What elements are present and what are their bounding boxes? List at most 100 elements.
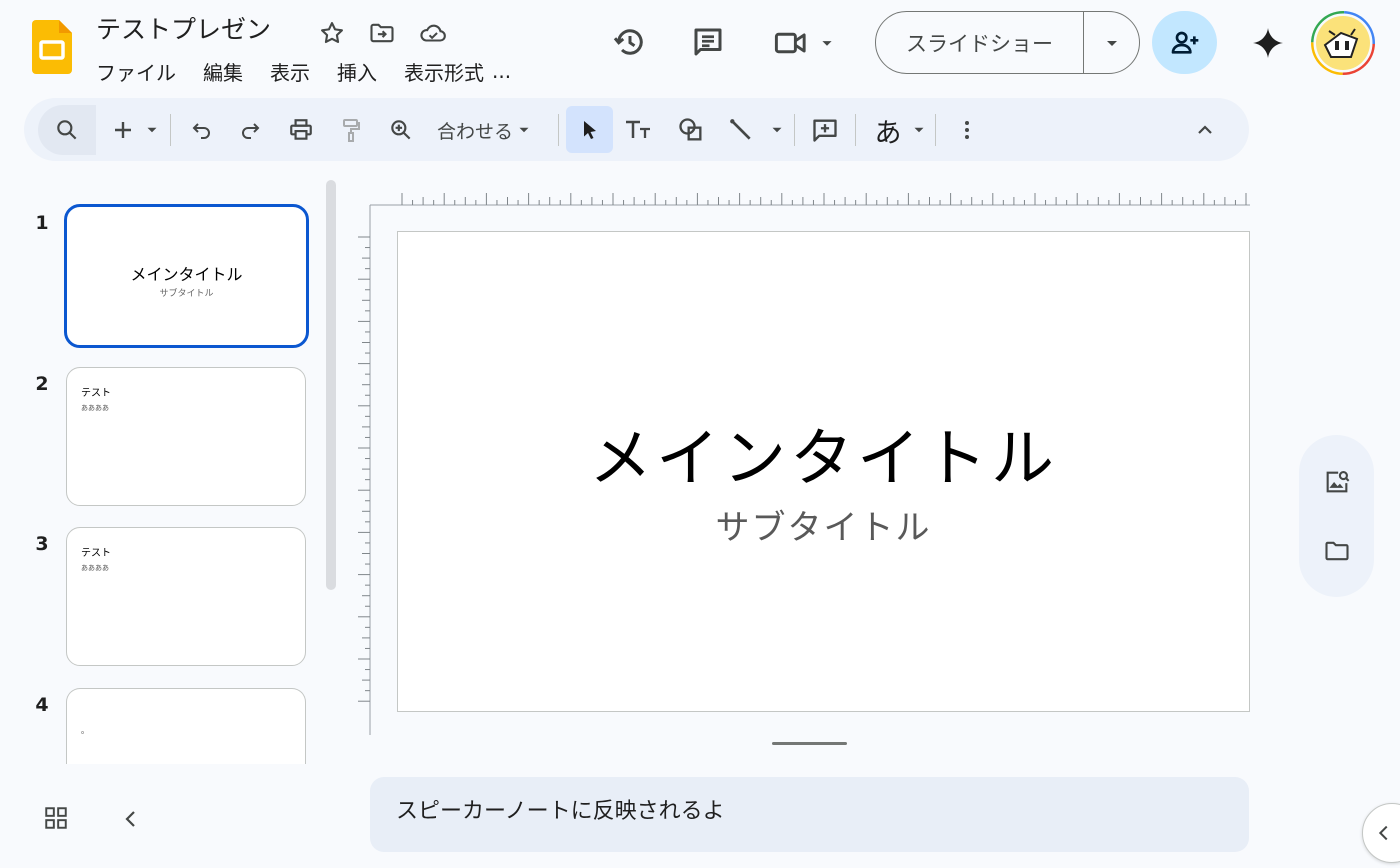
notes-resize-handle[interactable] [772, 742, 847, 745]
menu-insert[interactable]: 挿入 [337, 57, 377, 86]
account-avatar[interactable] [1311, 11, 1375, 75]
slideshow-dropdown[interactable] [1084, 12, 1139, 73]
add-person-icon [1171, 31, 1198, 54]
share-button[interactable] [1152, 11, 1217, 74]
chevron-left-icon [125, 811, 135, 827]
toolbar-divider [558, 114, 559, 146]
slideshow-group: スライドショー [875, 11, 1140, 74]
chevron-down-icon [147, 127, 157, 133]
chevron-down-icon [822, 41, 832, 46]
print-icon [290, 119, 312, 140]
line-icon [730, 119, 751, 140]
chevron-down-icon [519, 127, 529, 133]
slide-title[interactable]: メインタイトル [398, 408, 1249, 499]
toolbar-divider [935, 114, 936, 146]
vertical-ruler[interactable] [356, 205, 372, 735]
slide-number: 3 [35, 533, 49, 555]
undo-button[interactable] [184, 112, 220, 148]
star-icon[interactable] [318, 19, 346, 47]
slideshow-button[interactable]: スライドショー [876, 12, 1084, 73]
redo-icon [242, 123, 260, 139]
thumbnail-title: メインタイトル [130, 265, 243, 284]
meet-button[interactable] [772, 22, 844, 64]
folder-icon [1325, 541, 1349, 561]
gemini-button[interactable] [1247, 22, 1289, 64]
grid-view-button[interactable] [38, 800, 74, 836]
input-tools-label: あ [874, 117, 902, 149]
grid-icon [45, 807, 67, 829]
slide-number: 4 [35, 694, 49, 716]
document-title[interactable]: テストプレゼン [96, 12, 271, 48]
collapse-filmstrip-button[interactable] [116, 803, 146, 835]
cloud-saved-icon[interactable] [418, 19, 446, 47]
shapes-icon [679, 118, 702, 141]
thumbnail-body: 。 [81, 726, 89, 735]
thumbnail-heading: テスト [81, 388, 111, 399]
zoom-label: 合わせる [437, 120, 514, 143]
print-button[interactable] [282, 112, 320, 148]
thumbnail-heading: テスト [81, 548, 111, 559]
thumbnail-subtitle: サブタイトル [159, 289, 214, 299]
search-icon [57, 120, 77, 140]
thumbnail-body: ああああ [81, 564, 109, 572]
menu-edit[interactable]: 編集 [203, 57, 243, 86]
filmstrip-scrollbar[interactable] [326, 180, 336, 590]
input-tools-button[interactable]: あ [870, 112, 932, 149]
chevron-down-icon [914, 127, 923, 133]
caret-down-icon [1106, 40, 1117, 46]
toolbar: 合わせる あ [24, 98, 1249, 161]
slide-number: 2 [35, 373, 49, 395]
insert-shape-button[interactable] [674, 112, 708, 148]
thumbnail-body: ああああ [81, 404, 109, 412]
zoom-select[interactable]: 合わせる [437, 112, 533, 148]
text-box-button[interactable] [622, 112, 656, 148]
collapse-toolbar-button[interactable] [1187, 112, 1223, 148]
comments-icon[interactable] [688, 22, 728, 62]
zoom-in-icon [391, 120, 411, 140]
toolbar-divider [794, 114, 795, 146]
version-history-icon[interactable] [610, 22, 650, 62]
new-slide-button[interactable] [106, 112, 166, 148]
paint-format-button[interactable] [333, 112, 369, 148]
menu-file[interactable]: ファイル [96, 57, 176, 86]
menu-more[interactable]: ... [492, 59, 511, 83]
toolbar-divider [170, 114, 171, 146]
slide-thumbnail-3[interactable]: テスト ああああ [66, 527, 306, 666]
slides-logo[interactable] [32, 20, 72, 74]
video-camera-icon [774, 32, 806, 54]
slide-number: 1 [35, 212, 49, 234]
select-tool-button[interactable] [566, 106, 613, 153]
menu-view[interactable]: 表示 [270, 57, 310, 86]
plus-icon [115, 122, 131, 138]
menu-format[interactable]: 表示形式 [404, 57, 484, 86]
search-menus-button[interactable] [38, 105, 96, 155]
add-comment-button[interactable] [808, 112, 842, 148]
chevron-left-icon [1378, 825, 1388, 841]
toolbar-divider [855, 114, 856, 146]
cursor-arrow-icon [583, 120, 596, 139]
move-folder-icon[interactable] [368, 19, 396, 47]
side-panel [1299, 435, 1374, 597]
show-side-panel-button[interactable] [1362, 803, 1400, 863]
zoom-button[interactable] [382, 112, 420, 148]
slide-canvas[interactable]: メインタイトル サブタイトル [397, 231, 1250, 712]
image-search-button[interactable] [1321, 466, 1353, 498]
add-comment-icon [813, 119, 837, 142]
sparkle-icon [1253, 28, 1283, 58]
slide-thumbnail-1[interactable]: メインタイトル サブタイトル [64, 204, 309, 348]
slide-thumbnail-4[interactable]: 。 [66, 688, 306, 764]
horizontal-ruler[interactable] [370, 184, 1250, 206]
speaker-notes[interactable]: スピーカーノートに反映されるよ [370, 777, 1249, 852]
line-tool-button[interactable] [726, 112, 788, 148]
more-vert-icon [965, 121, 969, 139]
menu-bar: ファイル 編集 表示 挿入 表示形式 ... [96, 56, 511, 86]
folder-button[interactable] [1321, 535, 1353, 567]
slide-thumbnail-2[interactable]: テスト ああああ [66, 367, 306, 506]
redo-button[interactable] [232, 112, 268, 148]
chevron-up-icon [1198, 125, 1212, 134]
undo-icon [192, 123, 210, 139]
paint-roller-icon [343, 119, 360, 142]
text-box-icon [626, 120, 650, 138]
more-options-button[interactable] [952, 112, 982, 148]
slide-subtitle[interactable]: サブタイトル [398, 500, 1249, 549]
